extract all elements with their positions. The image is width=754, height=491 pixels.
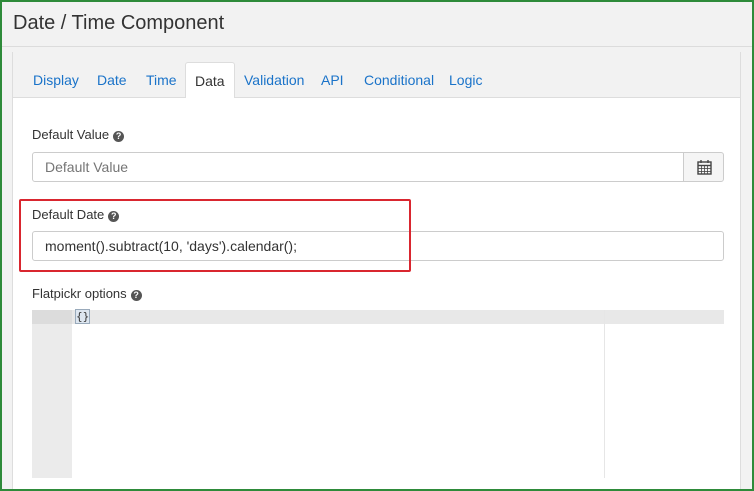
tab-data[interactable]: Data [185, 62, 235, 99]
tab-logic[interactable]: Logic [440, 62, 491, 98]
code-editor[interactable]: 1 {} [32, 309, 724, 478]
default-value-input[interactable] [32, 152, 684, 182]
tab-conditional[interactable]: Conditional [355, 62, 443, 98]
default-value-label: Default Value? [32, 127, 125, 142]
tab-api[interactable]: API [312, 62, 353, 98]
gutter-active-line [32, 310, 72, 324]
editor-code-line[interactable]: {} [74, 309, 91, 324]
tab-display[interactable]: Display [24, 62, 88, 98]
question-circle-icon[interactable]: ? [130, 290, 142, 301]
flatpickr-options-label: Flatpickr options? [32, 286, 142, 301]
editor-gutter [32, 310, 72, 478]
calendar-button[interactable] [683, 152, 724, 182]
page-title: Date / Time Component [13, 12, 225, 34]
calendar-icon [697, 160, 712, 175]
question-circle-icon[interactable]: ? [113, 131, 125, 142]
tab-bar: Display Date Time Data Validation API Co… [12, 52, 741, 99]
highlight-box [19, 199, 411, 272]
tab-time[interactable]: Time [137, 62, 186, 98]
editor-print-margin [604, 310, 605, 478]
tab-validation[interactable]: Validation [235, 62, 313, 98]
flatpickr-options-label-text: Flatpickr options [32, 286, 127, 301]
editor-active-line [72, 310, 724, 324]
code-text: {} [74, 309, 91, 324]
tab-date[interactable]: Date [88, 62, 136, 98]
default-value-label-text: Default Value [32, 127, 110, 142]
title-divider [2, 46, 752, 47]
